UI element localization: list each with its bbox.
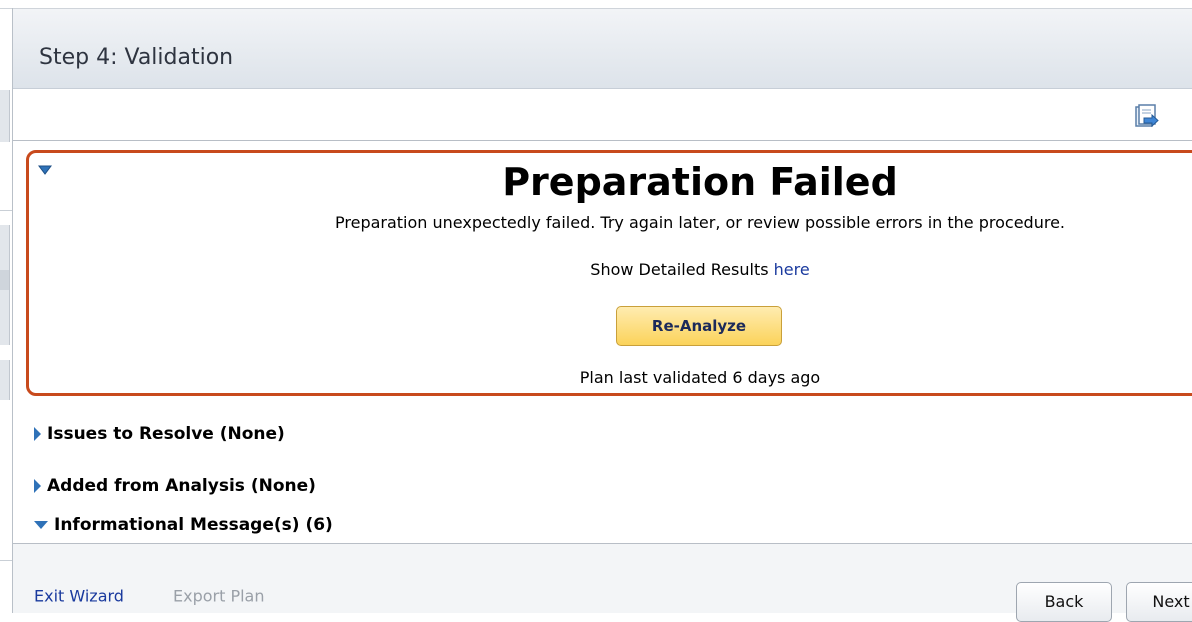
back-button[interactable]: Back: [1016, 582, 1112, 622]
last-validated-text: Plan last validated 6 days ago: [579, 368, 821, 387]
rail-tick: [0, 210, 12, 211]
export-plan-link[interactable]: Export Plan: [173, 587, 265, 606]
triangle-down-icon: [34, 521, 48, 529]
toolbar: [13, 89, 1192, 141]
wizard-header: Step 4: Validation: [13, 9, 1192, 89]
status-heading: Preparation Failed: [502, 160, 898, 204]
rail-segment: [0, 90, 10, 142]
left-rail: [0, 0, 12, 613]
section-added[interactable]: Added from Analysis (None): [34, 476, 316, 496]
export-icon[interactable]: [1134, 104, 1160, 130]
detail-results-link[interactable]: here: [774, 260, 810, 279]
rail-segment: [0, 360, 10, 400]
triangle-right-icon: [34, 479, 41, 493]
status-description: Preparation unexpectedly failed. Try aga…: [335, 213, 1065, 232]
triangle-down-icon[interactable]: [38, 165, 52, 175]
exit-wizard-link[interactable]: Exit Wizard: [34, 587, 124, 606]
rail-segment: [0, 270, 10, 290]
section-issues-label: Issues to Resolve (None): [47, 424, 285, 444]
next-button[interactable]: Next: [1126, 582, 1192, 622]
re-analyze-button[interactable]: Re-Analyze: [616, 306, 782, 346]
detail-results-line: Show Detailed Results here: [460, 260, 940, 279]
section-info-label: Informational Message(s) (6): [54, 515, 333, 535]
page-title: Step 4: Validation: [39, 45, 234, 70]
section-info[interactable]: Informational Message(s) (6): [34, 515, 333, 535]
triangle-right-icon: [34, 427, 41, 441]
section-added-label: Added from Analysis (None): [47, 476, 316, 496]
section-issues[interactable]: Issues to Resolve (None): [34, 424, 285, 444]
detail-results-label: Show Detailed Results: [590, 260, 769, 279]
rail-tick: [0, 560, 12, 561]
